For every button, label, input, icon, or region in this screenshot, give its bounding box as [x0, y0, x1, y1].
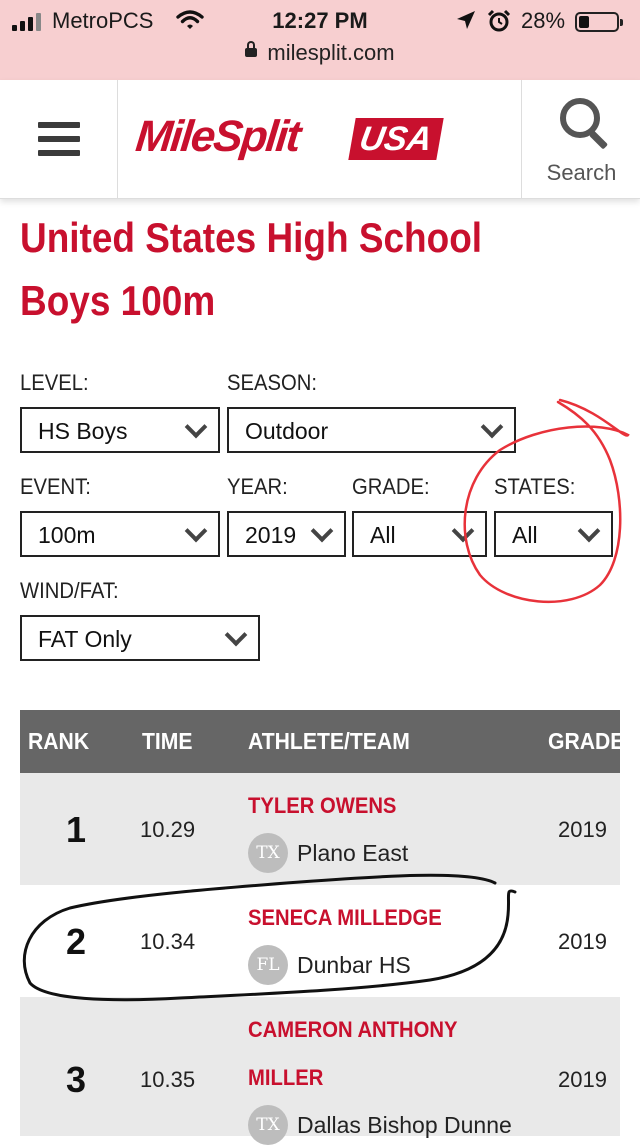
column-header-grade[interactable]: GRADE	[548, 728, 620, 755]
column-header-athlete[interactable]: ATHLETE/TEAM	[248, 728, 410, 755]
battery-percentage: 28%	[521, 8, 566, 33]
states-value: All	[512, 522, 538, 548]
time-cell: 10.29	[140, 817, 196, 842]
grade-value: All	[370, 522, 396, 548]
state-badge: FL	[248, 945, 288, 985]
rank-cell: 2	[66, 921, 87, 962]
logo-usa-badge: USA	[348, 118, 444, 160]
rank-cell: 3	[66, 1059, 87, 1100]
athlete-name-link[interactable]: CAMERON ANTHONY	[248, 1017, 458, 1043]
lock-icon	[245, 40, 258, 57]
event-select[interactable]: 100m	[20, 511, 220, 557]
logo-wordmark: MileSplit	[133, 112, 302, 161]
grade-cell: 2019	[558, 1067, 607, 1092]
states-label: STATES:	[494, 474, 576, 499]
chevron-down-icon	[184, 519, 208, 543]
site-header: MileSplit USA Search	[0, 80, 640, 199]
grade-cell: 2019	[558, 817, 607, 842]
table-row: 3 10.35 CAMERON ANTHONY MILLER TX Dallas…	[20, 997, 620, 1145]
address-bar[interactable]: milesplit.com	[0, 40, 640, 66]
chevron-down-icon	[310, 519, 334, 543]
level-label: LEVEL:	[20, 370, 89, 395]
search-label: Search	[546, 160, 617, 185]
time-cell: 10.35	[140, 1067, 196, 1092]
season-label: SEASON:	[227, 370, 317, 395]
location-arrow-icon	[457, 11, 475, 29]
chevron-down-icon	[577, 519, 601, 543]
url-text: milesplit.com	[267, 40, 395, 65]
chevron-down-icon	[451, 519, 475, 543]
search-button[interactable]: Search	[521, 80, 640, 198]
athlete-name-link-line2[interactable]: MILLER	[248, 1065, 323, 1091]
search-icon-handle	[588, 130, 609, 150]
battery-icon	[575, 12, 623, 32]
chevron-down-icon	[224, 623, 248, 647]
chevron-down-icon	[480, 415, 504, 439]
menu-button[interactable]	[0, 80, 118, 198]
page-title: United States High School Boys 100m	[20, 214, 483, 324]
chevron-down-icon	[184, 415, 208, 439]
event-value: 100m	[38, 522, 96, 548]
season-value: Outdoor	[245, 418, 329, 444]
team-name-link[interactable]: Dunbar HS	[297, 952, 411, 979]
season-select[interactable]: Outdoor	[227, 407, 516, 453]
state-badge: TX	[248, 833, 288, 873]
grade-cell: 2019	[558, 929, 607, 954]
wind-value: FAT Only	[38, 626, 132, 652]
team-name-link[interactable]: Plano East	[297, 840, 408, 867]
level-select[interactable]: HS Boys	[20, 407, 220, 453]
hamburger-icon-bar	[38, 136, 80, 142]
alarm-icon	[487, 9, 511, 32]
wind-label: WIND/FAT:	[20, 578, 119, 603]
year-label: YEAR:	[227, 474, 288, 499]
table-row: 2 10.34 SENECA MILLEDGE FL Dunbar HS 201…	[20, 885, 620, 997]
team-name-link[interactable]: Dallas Bishop Dunne	[297, 1112, 512, 1139]
column-header-rank[interactable]: RANK	[28, 728, 89, 755]
status-bar: MetroPCS 12:27 PM 28% milesplit.com	[0, 0, 640, 80]
rank-cell: 1	[66, 809, 87, 850]
states-select[interactable]: All	[494, 511, 613, 557]
athlete-name-link[interactable]: TYLER OWENS	[248, 793, 396, 819]
table-row: 1 10.29 TYLER OWENS TX Plano East 2019	[20, 773, 620, 885]
wind-select[interactable]: FAT Only	[20, 615, 260, 661]
time-cell: 10.34	[140, 929, 196, 954]
hamburger-icon	[38, 122, 80, 128]
grade-select[interactable]: All	[352, 511, 487, 557]
level-value: HS Boys	[38, 418, 128, 444]
rankings-table-header: RANK TIME ATHLETE/TEAM GRADE	[20, 710, 620, 773]
year-select[interactable]: 2019	[227, 511, 346, 557]
athlete-name-link[interactable]: SENECA MILLEDGE	[248, 905, 442, 931]
state-badge: TX	[248, 1105, 288, 1145]
event-label: EVENT:	[20, 474, 91, 499]
hamburger-icon-bar	[38, 150, 80, 156]
year-value: 2019	[245, 522, 297, 548]
column-header-time[interactable]: TIME	[142, 728, 193, 755]
grade-label: GRADE:	[352, 474, 430, 499]
